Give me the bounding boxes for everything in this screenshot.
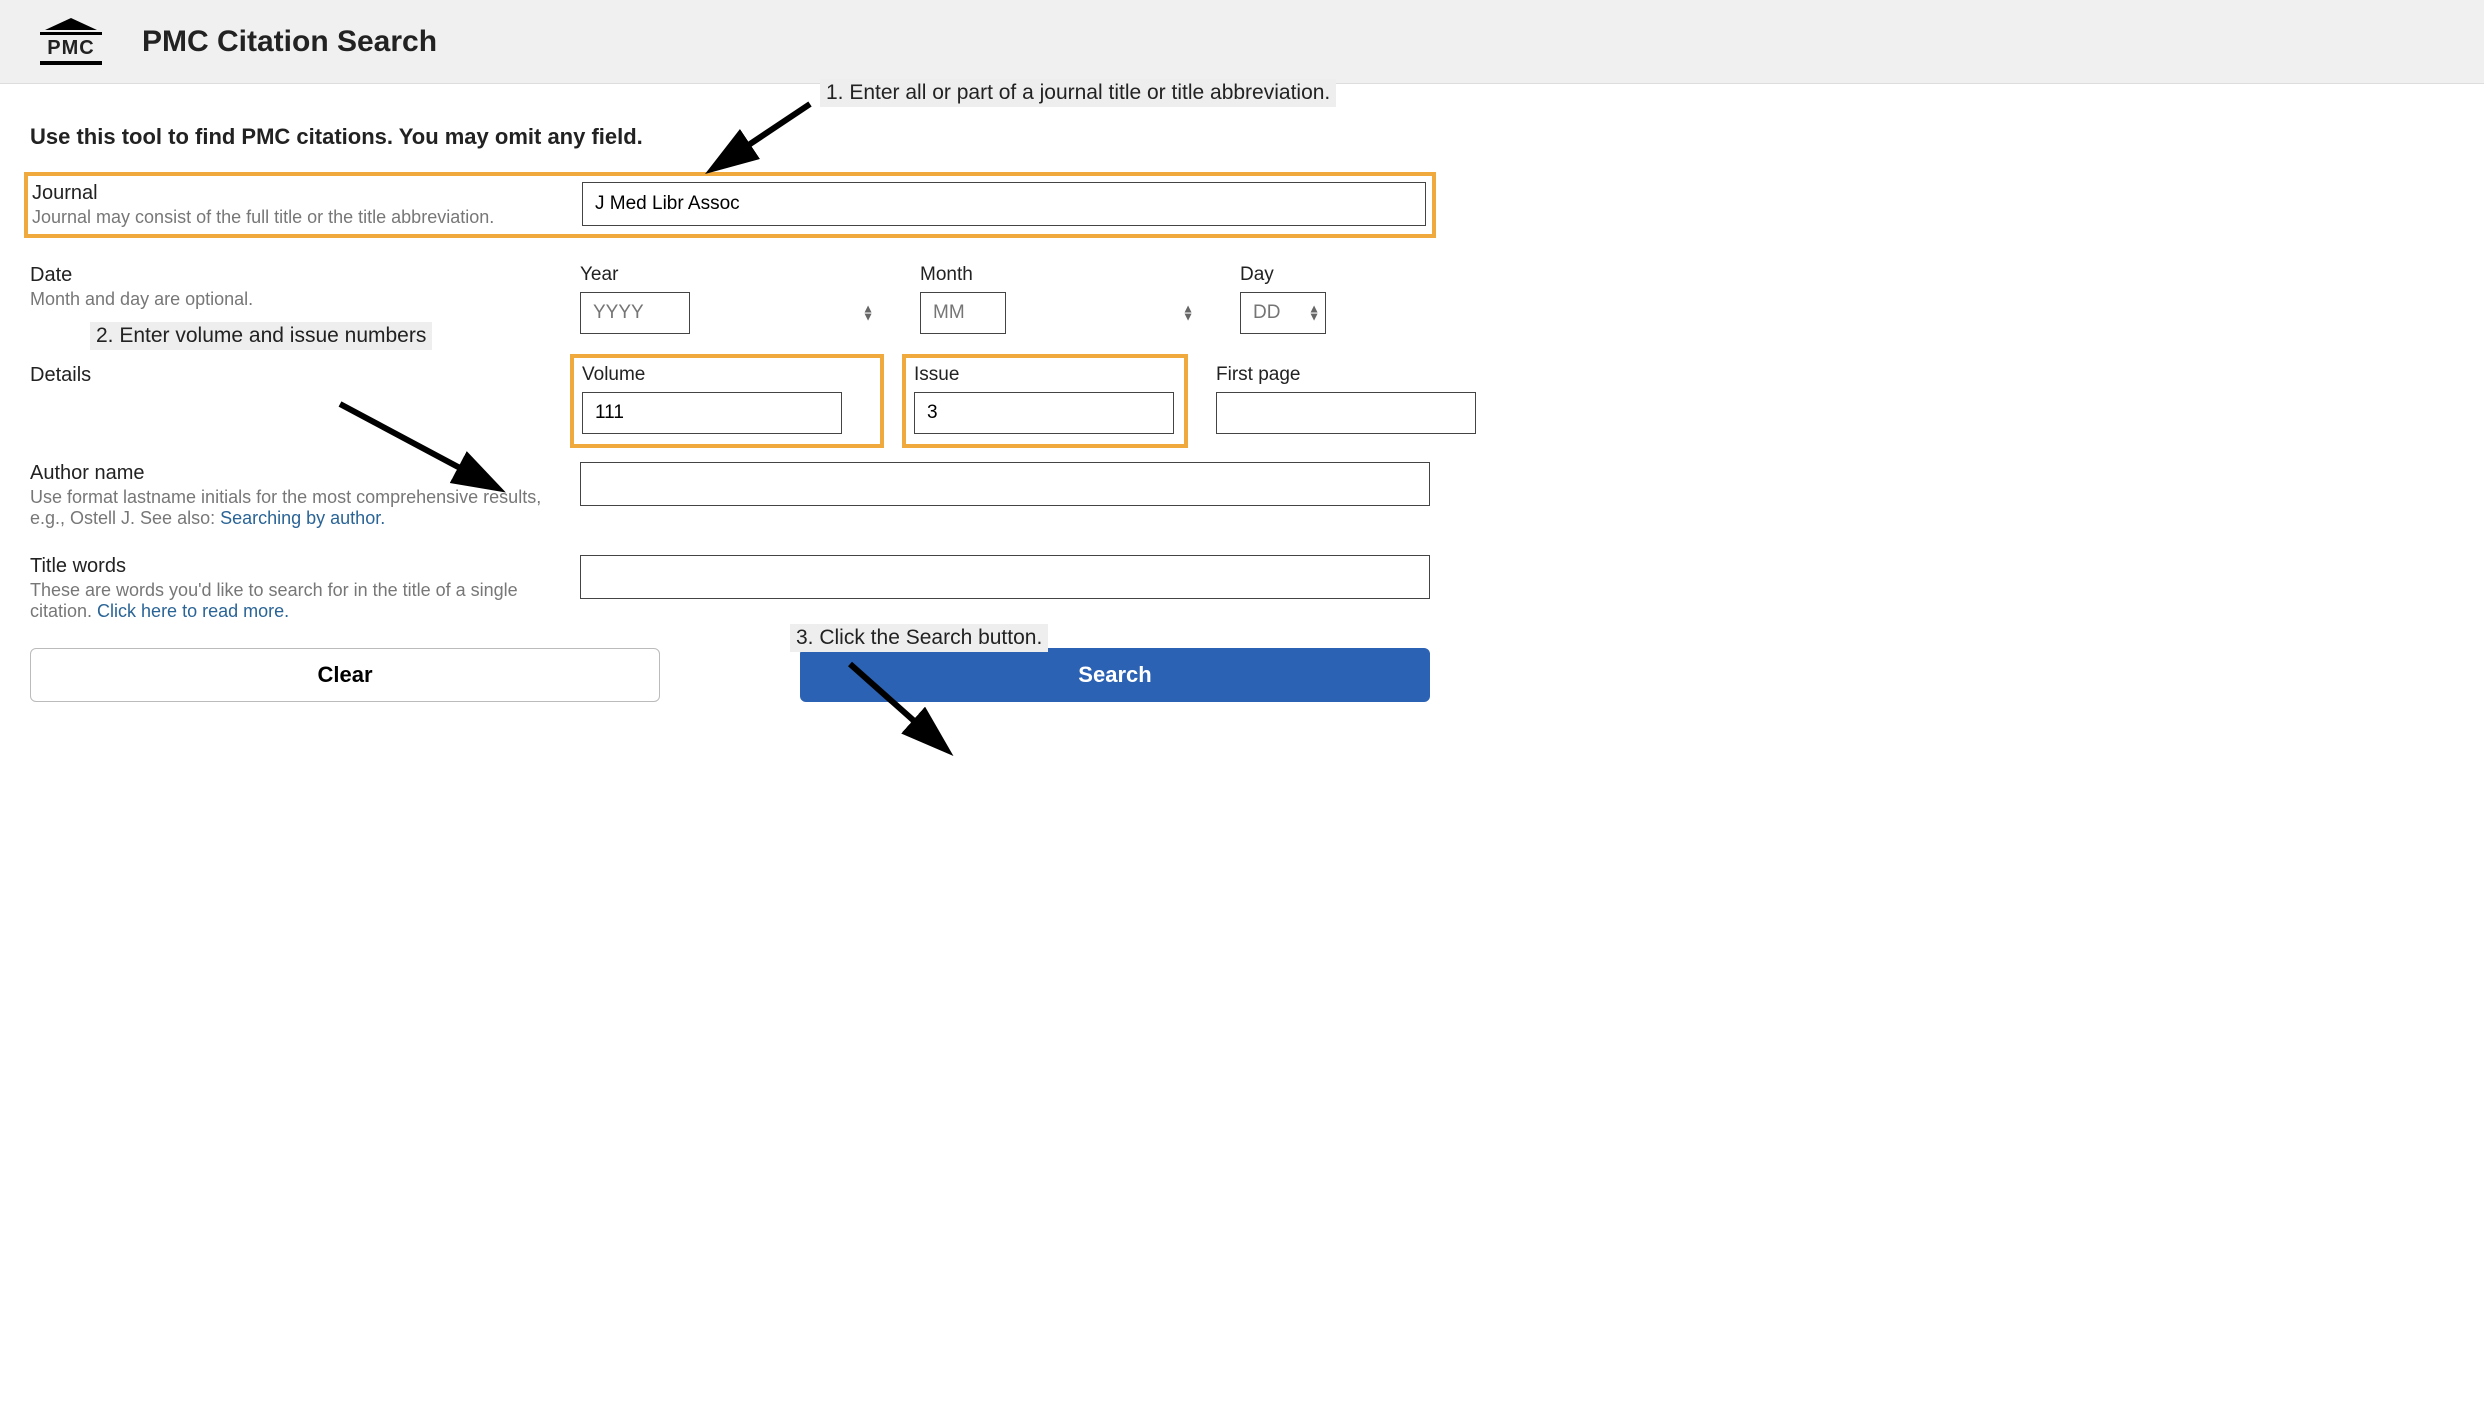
details-label: Details xyxy=(30,364,560,387)
pmc-logo-text: PMC xyxy=(47,38,94,58)
author-row: Author name Use format lastname initials… xyxy=(30,462,1430,529)
volume-label: Volume xyxy=(582,364,842,386)
arrow-icon xyxy=(320,394,520,504)
page-title: PMC Citation Search xyxy=(142,25,437,59)
month-label: Month xyxy=(920,264,1200,286)
titlewords-row: Title words These are words you'd like t… xyxy=(30,555,1430,622)
journal-label: Journal xyxy=(32,182,562,205)
firstpage-label: First page xyxy=(1216,364,1476,386)
arrow-icon xyxy=(700,94,820,184)
year-label: Year xyxy=(580,264,880,286)
topbar: PMC PMC Citation Search xyxy=(0,0,2484,84)
annotation-1: 1. Enter all or part of a journal title … xyxy=(820,79,1336,107)
issue-label: Issue xyxy=(914,364,1174,386)
stepper-icon: ▲▼ xyxy=(862,305,874,322)
issue-input[interactable] xyxy=(914,392,1174,434)
titlewords-hint-link[interactable]: Click here to read more. xyxy=(97,601,289,621)
pmc-logo-bar xyxy=(40,32,102,35)
author-input[interactable] xyxy=(580,462,1430,506)
stepper-icon: ▲▼ xyxy=(1182,305,1194,322)
volume-input[interactable] xyxy=(582,392,842,434)
content: 1. Enter all or part of a journal title … xyxy=(0,84,1460,742)
pmc-logo-roof-icon xyxy=(45,18,97,30)
titlewords-input[interactable] xyxy=(580,555,1430,599)
pmc-logo-bar xyxy=(40,61,102,65)
date-row: Date Month and day are optional. 2. Ente… xyxy=(30,264,1430,338)
pmc-logo: PMC xyxy=(40,18,102,65)
firstpage-input[interactable] xyxy=(1216,392,1476,434)
month-input[interactable] xyxy=(920,292,1006,334)
day-input[interactable] xyxy=(1240,292,1326,334)
annotation-3: 3. Click the Search button. xyxy=(790,624,1048,652)
annotation-2: 2. Enter volume and issue numbers xyxy=(90,322,432,350)
author-hint-link[interactable]: Searching by author. xyxy=(220,508,385,528)
journal-hint: Journal may consist of the full title or… xyxy=(32,207,562,228)
date-label: Date xyxy=(30,264,560,287)
button-row: Clear Search xyxy=(30,648,1430,702)
titlewords-hint: These are words you'd like to search for… xyxy=(30,580,560,622)
clear-button[interactable]: Clear xyxy=(30,648,660,702)
year-input[interactable] xyxy=(580,292,690,334)
arrow-icon xyxy=(830,654,970,764)
titlewords-label: Title words xyxy=(30,555,560,578)
journal-input[interactable] xyxy=(582,182,1426,226)
details-row: Details Volume Issue First page xyxy=(30,364,1430,436)
date-hint: Month and day are optional. xyxy=(30,289,560,310)
day-label: Day xyxy=(1240,264,1326,286)
